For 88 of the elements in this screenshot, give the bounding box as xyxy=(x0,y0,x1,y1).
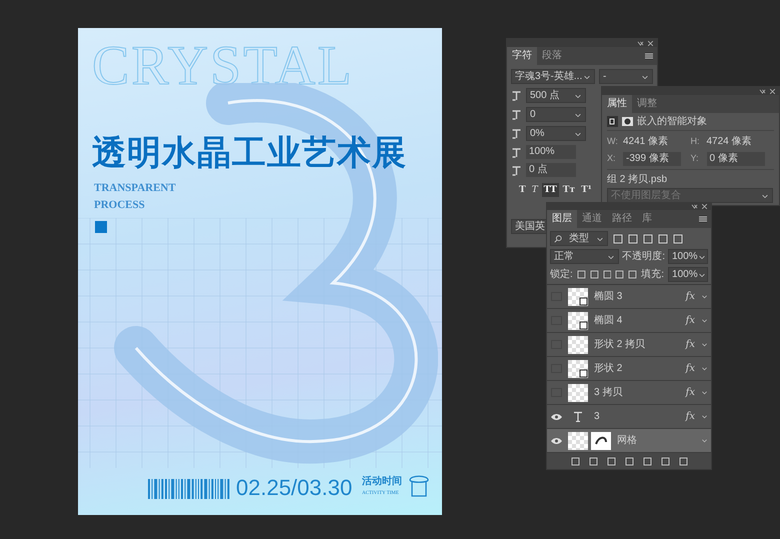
filter-dropdown[interactable]: 类型 xyxy=(550,231,608,246)
close-icon[interactable] xyxy=(702,204,707,210)
effects-label[interactable]: fx xyxy=(686,313,695,328)
hat-icon xyxy=(408,474,430,498)
caret-icon[interactable] xyxy=(701,341,708,348)
layer-row[interactable]: 3 拷贝 fx xyxy=(547,381,711,406)
layer-row[interactable]: 形状 2 fx xyxy=(547,357,711,382)
poster-heading: 透明水晶工业艺术展 xyxy=(92,136,407,170)
position-field[interactable]: -399 像素 xyxy=(623,152,681,166)
layer-name: 椭圆 4 xyxy=(594,314,624,328)
caret-icon[interactable] xyxy=(701,389,708,396)
layer-name: 3 拷贝 xyxy=(594,386,624,400)
layer-thumbnail xyxy=(568,432,588,450)
field-label: W: xyxy=(607,134,619,148)
close-icon[interactable] xyxy=(770,88,775,94)
kerning-field[interactable]: 0 xyxy=(526,107,586,122)
effects-label[interactable]: fx xyxy=(686,289,695,304)
text-style-button[interactable]: T¹ xyxy=(579,183,594,197)
layer-thumbnail xyxy=(568,384,588,402)
dimension-value: 4241 像素 xyxy=(623,134,668,149)
font-size-icon xyxy=(511,90,523,101)
layer-row[interactable]: 椭圆 4 fx xyxy=(547,309,711,334)
effects-label[interactable]: fx xyxy=(686,337,695,352)
layer-name: 形状 2 xyxy=(594,362,624,376)
dimension-value: 4724 像素 xyxy=(706,134,752,149)
type-layer-icon xyxy=(573,411,583,422)
panel-tab[interactable]: 属性 xyxy=(602,95,632,113)
smart-object-icon xyxy=(607,116,618,127)
caret-icon[interactable] xyxy=(701,437,708,444)
layer-thumbnail xyxy=(568,288,588,306)
panel-tab[interactable]: 图层 xyxy=(547,210,577,228)
layer-row[interactable]: 形状 2 拷贝 fx xyxy=(547,333,711,358)
lock-label: 锁定: xyxy=(550,268,573,282)
layer-thumbnail xyxy=(568,360,588,378)
smart-object-label: 嵌入的智能对象 xyxy=(637,116,707,126)
caret-icon[interactable] xyxy=(701,293,708,300)
collapse-icon[interactable] xyxy=(691,204,698,210)
outline-title: CRYSTAL xyxy=(92,38,354,94)
effects-label[interactable]: fx xyxy=(686,409,695,424)
layer-name: 3 xyxy=(594,410,601,424)
menu-icon[interactable] xyxy=(645,53,653,59)
position-field[interactable]: 0 像素 xyxy=(706,152,764,166)
close-icon[interactable] xyxy=(648,40,653,46)
vertical-scale-field[interactable]: 100% xyxy=(526,145,576,159)
field-label: Y: xyxy=(690,152,700,166)
font-style-dropdown[interactable]: - xyxy=(599,69,653,84)
effects-label[interactable]: fx xyxy=(686,385,695,400)
text-style-button[interactable]: Tт xyxy=(560,183,578,197)
baseline-shift-field[interactable]: 0 点 xyxy=(526,163,576,177)
text-style-button[interactable]: T xyxy=(530,183,540,197)
file-name: 组 2 拷贝.psb xyxy=(607,173,668,185)
square-mark xyxy=(95,221,107,233)
mask-icon xyxy=(622,116,633,127)
caret-icon[interactable] xyxy=(701,317,708,324)
menu-icon[interactable] xyxy=(699,216,707,222)
layer-thumbnail xyxy=(568,312,588,330)
eye-icon[interactable] xyxy=(551,412,562,421)
font-family-dropdown[interactable]: 字魂3号-英雄... xyxy=(511,69,595,84)
collapse-icon[interactable] xyxy=(759,88,766,94)
layer-row[interactable]: 椭圆 3 fx xyxy=(547,285,711,310)
text-style-button[interactable]: T xyxy=(517,183,528,197)
font-size-field[interactable]: 500 点 xyxy=(526,88,586,103)
layer-name: 椭圆 3 xyxy=(594,290,624,304)
opacity-label: 不透明度: xyxy=(622,250,665,264)
text-style-button[interactable]: TT xyxy=(542,183,559,197)
event-date: 02.25/03.30 xyxy=(236,477,352,499)
fill-label: 填充: xyxy=(641,268,664,282)
layer-thumbnail xyxy=(568,336,588,354)
effects-label[interactable]: fx xyxy=(686,361,695,376)
blend-mode-dropdown[interactable]: 正常 xyxy=(550,249,620,264)
layer-name: 网格 xyxy=(617,434,638,448)
collapse-icon[interactable] xyxy=(637,40,644,46)
caret-icon[interactable] xyxy=(701,365,708,372)
layer-row[interactable]: 网格 xyxy=(547,429,711,454)
tsume-field[interactable]: 0% xyxy=(526,126,586,141)
layer-name: 形状 2 拷贝 xyxy=(594,338,646,352)
time-label: 活动时间 xyxy=(362,477,402,487)
mask-thumbnail xyxy=(591,432,611,450)
eye-icon[interactable] xyxy=(551,436,562,445)
poster-subtitle: PROCESS xyxy=(94,200,145,211)
opacity-dropdown[interactable]: 100% xyxy=(668,249,708,264)
fill-dropdown[interactable]: 100% xyxy=(668,267,708,282)
panel-tab[interactable]: 字符 xyxy=(507,47,537,65)
search-icon xyxy=(554,234,562,243)
poster-subtitle: TRANSPARENT xyxy=(94,183,176,194)
caret-icon[interactable] xyxy=(701,413,708,420)
field-label: X: xyxy=(607,152,617,166)
field-label: H: xyxy=(690,134,700,148)
